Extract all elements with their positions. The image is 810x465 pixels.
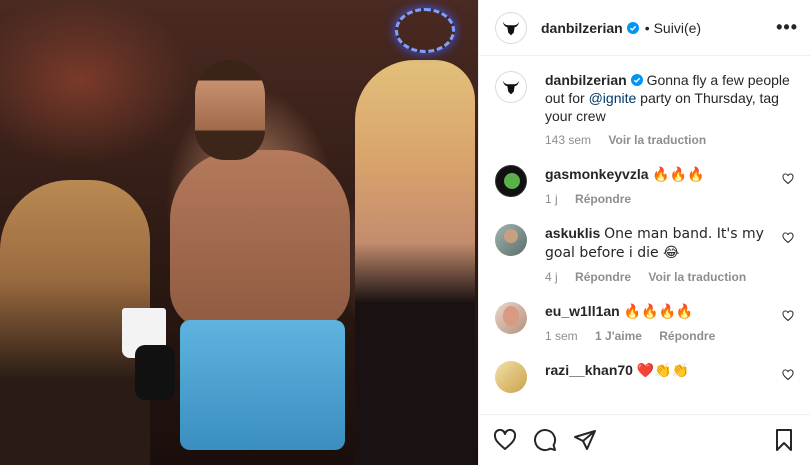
caption-translate-link[interactable]: Voir la traduction [608,133,706,147]
comment-reply-link[interactable]: Répondre [575,270,631,284]
save-icon[interactable] [772,428,796,452]
comment-meta: 4 j Répondre Voir la traduction [545,268,794,286]
comments-scroll[interactable]: danbilzerian Gonna fly a few people out … [479,57,810,414]
heart-icon[interactable] [782,173,794,185]
comment-meta: 1 sem 1 J'aime Répondre [545,327,794,345]
author-username[interactable]: danbilzerian [541,20,623,36]
comment-text: askuklis One man band. It's my goal befo… [545,224,794,286]
comment-username[interactable]: gasmonkeyvzla [545,166,649,182]
comment-reply-link[interactable]: Répondre [575,192,631,206]
comment-username[interactable]: eu_w1ll1an [545,303,620,319]
share-icon[interactable] [573,428,597,452]
heart-icon[interactable] [782,369,794,381]
comment-item: askuklis One man band. It's my goal befo… [495,224,794,286]
author-avatar[interactable] [495,11,527,44]
comment-icon[interactable] [533,428,557,452]
photo-halo [395,8,455,53]
bull-logo-icon [502,21,520,35]
caption-meta: 143 sem Voir la traduction [545,131,794,149]
post-header: danbilzerian • Suivi(e) ••• [479,0,810,56]
caption-username[interactable]: danbilzerian [545,72,627,88]
photo-man-shorts [180,320,345,450]
caption-author-avatar[interactable] [495,71,527,103]
separator-dot: • [644,19,650,36]
instagram-post-modal: danbilzerian • Suivi(e) ••• danbilzerian… [0,0,810,465]
commenter-avatar[interactable] [495,302,527,334]
comment-body: 🔥🔥🔥🔥 [623,304,694,320]
caption-time[interactable]: 143 sem [545,133,591,147]
comment-time[interactable]: 1 j [545,192,558,206]
comment-text: razi__khan70 ❤️👏👏 [545,361,794,380]
caption-text: danbilzerian Gonna fly a few people out … [545,71,794,149]
comment-item: eu_w1ll1an 🔥🔥🔥🔥 1 sem 1 J'aime Répondre [495,302,794,345]
post-actions-bar [479,414,810,465]
commenter-avatar[interactable] [495,165,527,197]
photo-man-head [195,60,265,160]
photo-glove [135,345,175,400]
comment-time[interactable]: 1 sem [545,329,578,343]
comment-text: gasmonkeyvzla 🔥🔥🔥 1 j Répondre [545,165,794,208]
comment-time[interactable]: 4 j [545,270,558,284]
comment-translate-link[interactable]: Voir la traduction [648,270,746,284]
verified-icon [630,74,643,86]
comment-likes-count[interactable]: 1 J'aime [595,329,642,343]
comment-reply-link[interactable]: Répondre [659,329,715,343]
like-icon[interactable] [493,428,517,452]
comment-text: eu_w1ll1an 🔥🔥🔥🔥 1 sem 1 J'aime Répondre [545,302,794,345]
comment-item: gasmonkeyvzla 🔥🔥🔥 1 j Répondre [495,165,794,208]
heart-icon[interactable] [782,232,794,244]
comment-body: 🔥🔥🔥 [652,167,705,183]
comment-meta: 1 j Répondre [545,190,794,208]
post-photo[interactable] [0,0,478,465]
heart-icon[interactable] [782,310,794,322]
photo-man-torso [170,150,350,330]
comment-username[interactable]: askuklis [545,225,600,241]
post-sidebar: danbilzerian • Suivi(e) ••• danbilzerian… [478,0,810,465]
bull-logo-icon [502,80,520,95]
comment-item: razi__khan70 ❤️👏👏 [495,361,794,393]
follow-status-button[interactable]: Suivi(e) [654,20,701,36]
comment-username[interactable]: razi__khan70 [545,362,633,378]
post-caption: danbilzerian Gonna fly a few people out … [495,71,794,149]
commenter-avatar[interactable] [495,361,527,393]
caption-mention-link[interactable]: @ignite [589,90,637,106]
more-icon[interactable]: ••• [776,17,798,38]
verified-icon [626,21,639,34]
comment-body: ❤️👏👏 [636,363,690,379]
photo-person-right [355,60,475,465]
commenter-avatar[interactable] [495,224,527,256]
